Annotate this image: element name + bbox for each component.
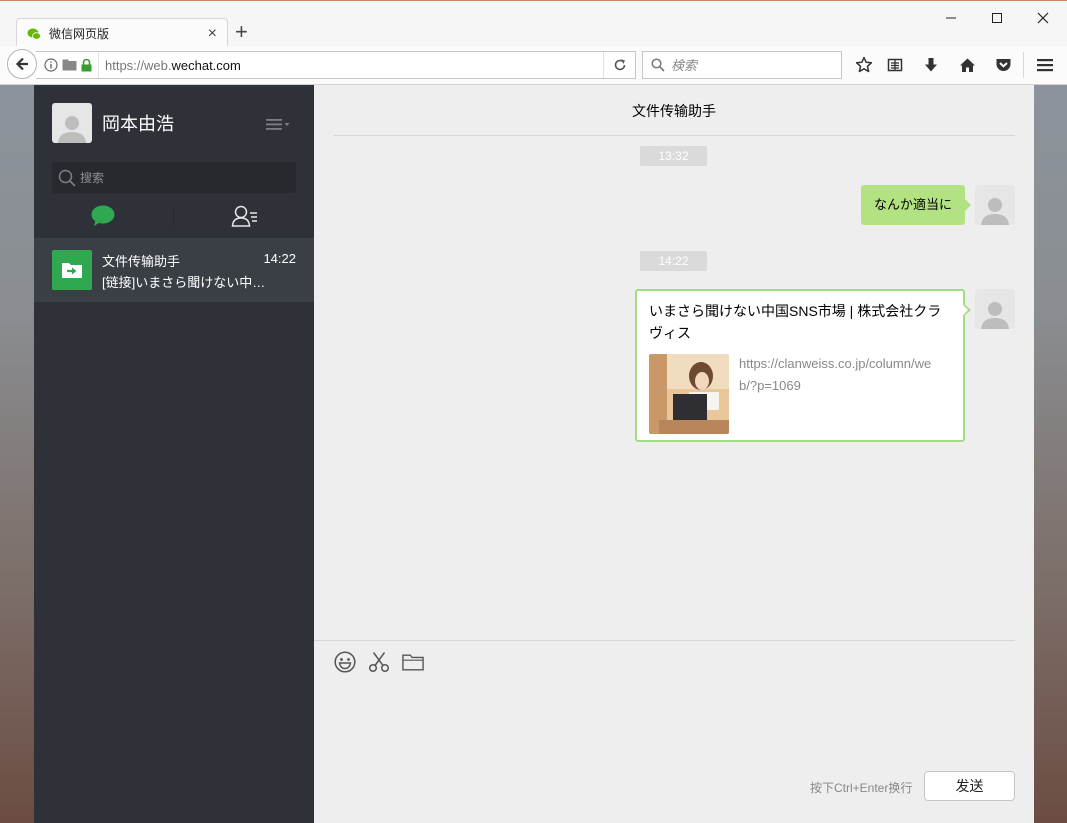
hamburger-menu-icon (1037, 59, 1053, 72)
browser-navbar: https://web.wechat.com (0, 46, 1067, 85)
pocket-icon (996, 59, 1010, 71)
sidebar-search-box[interactable] (52, 162, 296, 193)
reload-button[interactable] (603, 52, 635, 78)
thumbnail-image (649, 354, 729, 434)
scissors-icon (368, 652, 390, 673)
folder-permission-icon (62, 59, 77, 71)
download-icon (925, 58, 937, 72)
minimize-icon (946, 17, 956, 19)
file-transfer-icon (62, 263, 82, 278)
browser-titlebar: 微信网页版 × + (0, 0, 1067, 48)
sidebar-search-input[interactable] (80, 170, 280, 185)
avatar[interactable] (975, 185, 1015, 225)
avatar[interactable] (975, 289, 1015, 329)
maximize-icon (992, 13, 1002, 23)
url-bar[interactable]: https://web.wechat.com (36, 51, 636, 79)
home-button[interactable] (957, 55, 977, 75)
link-thumbnail (649, 354, 729, 434)
reading-list-button[interactable] (885, 55, 905, 75)
conversation-name: 文件传输助手 (102, 254, 181, 269)
folder-icon (402, 654, 424, 671)
reading-list-icon (887, 58, 903, 72)
new-tab-button[interactable]: + (235, 21, 248, 43)
profile-header: 岡本由浩 (52, 103, 174, 143)
send-button[interactable]: 发送 (924, 771, 1015, 801)
sidebar-menu-button[interactable] (266, 118, 292, 135)
composer-toolbar (334, 651, 424, 673)
tab-chats[interactable] (91, 205, 115, 230)
message-timestamp: 13:32 (640, 146, 707, 166)
menu-button[interactable] (1035, 55, 1055, 75)
emoji-button[interactable] (334, 651, 356, 673)
sidebar: 岡本由浩 文件传输助手 14:22 [链接]いまさら聞けない中国 (34, 85, 314, 823)
download-button[interactable] (921, 55, 941, 75)
send-hint: 按下Ctrl+Enter换行 (810, 781, 913, 795)
wechat-logo-icon (27, 28, 41, 40)
star-icon (855, 56, 873, 73)
conversation-item[interactable]: 文件传输助手 14:22 [链接]いまさら聞けない中国SNS市場 | 株式会社ク… (34, 238, 314, 302)
chat-title: 文件传输助手 (333, 85, 1015, 136)
default-avatar-icon (981, 198, 1009, 225)
url-text[interactable]: https://web.wechat.com (99, 58, 603, 73)
text-message-bubble[interactable]: なんか適当に (860, 185, 972, 225)
link-message-card[interactable]: いまさら聞けない中国SNS市場 | 株式会社クラヴィス https://clan… (635, 289, 971, 442)
emoji-icon (334, 651, 356, 673)
bookmark-button[interactable] (854, 55, 874, 75)
wechat-app: 岡本由浩 文件传输助手 14:22 [链接]いまさら聞けない中国 (34, 85, 1034, 823)
back-arrow-icon (15, 57, 28, 71)
profile-name: 岡本由浩 (102, 114, 174, 134)
link-url[interactable]: https://clanweiss.co.jp/column/web/?p=10… (739, 353, 949, 434)
sidebar-tabs (34, 201, 314, 235)
info-icon (44, 58, 58, 72)
browser-search-box[interactable] (642, 51, 842, 79)
composer-divider (314, 640, 1015, 641)
search-icon (651, 58, 665, 72)
send-file-button[interactable] (402, 651, 424, 673)
contacts-icon (231, 205, 257, 227)
home-icon (959, 58, 975, 72)
chat-panel: 文件传输助手 13:32 なんか適当に 14:22 いまさら聞けない中国SNS市… (314, 85, 1034, 823)
conversation-preview: [链接]いまさら聞けない中国SNS市場 | 株式会社クラヴィス (102, 275, 272, 290)
minimize-button[interactable] (940, 7, 962, 29)
lock-icon (81, 58, 92, 71)
close-window-button[interactable] (1032, 7, 1054, 29)
browser-search-input[interactable] (671, 57, 821, 73)
link-body: https://clanweiss.co.jp/column/web/?p=10… (649, 354, 951, 434)
conversation-time: 14:22 (263, 251, 296, 266)
screenshot-button[interactable] (368, 651, 390, 673)
sidebar-tab-divider (173, 210, 174, 226)
conversation-body: 文件传输助手 14:22 [链接]いまさら聞けない中国SNS市場 | 株式会社ク… (102, 250, 296, 290)
back-button[interactable] (7, 49, 37, 79)
maximize-button[interactable] (986, 7, 1008, 29)
default-avatar-icon (58, 116, 86, 143)
chat-bubble-icon (91, 205, 115, 226)
tab-contacts[interactable] (231, 205, 259, 232)
browser-tab[interactable]: 微信网页版 × (16, 18, 228, 48)
file-transfer-avatar (52, 250, 92, 290)
pocket-button[interactable] (993, 55, 1013, 75)
site-identity[interactable] (36, 52, 99, 78)
default-avatar-icon (981, 302, 1009, 329)
avatar[interactable] (52, 103, 92, 143)
reload-icon (614, 59, 625, 71)
message-timestamp: 14:22 (640, 251, 707, 271)
search-icon (58, 169, 76, 187)
close-icon (1037, 12, 1049, 24)
toolbar-separator (1023, 52, 1024, 78)
list-menu-icon (266, 119, 290, 130)
tab-close-icon[interactable]: × (208, 25, 217, 42)
link-title: いまさら聞けない中国SNS市場 | 株式会社クラヴィス (649, 303, 942, 341)
tab-title: 微信网页版 (49, 27, 110, 41)
